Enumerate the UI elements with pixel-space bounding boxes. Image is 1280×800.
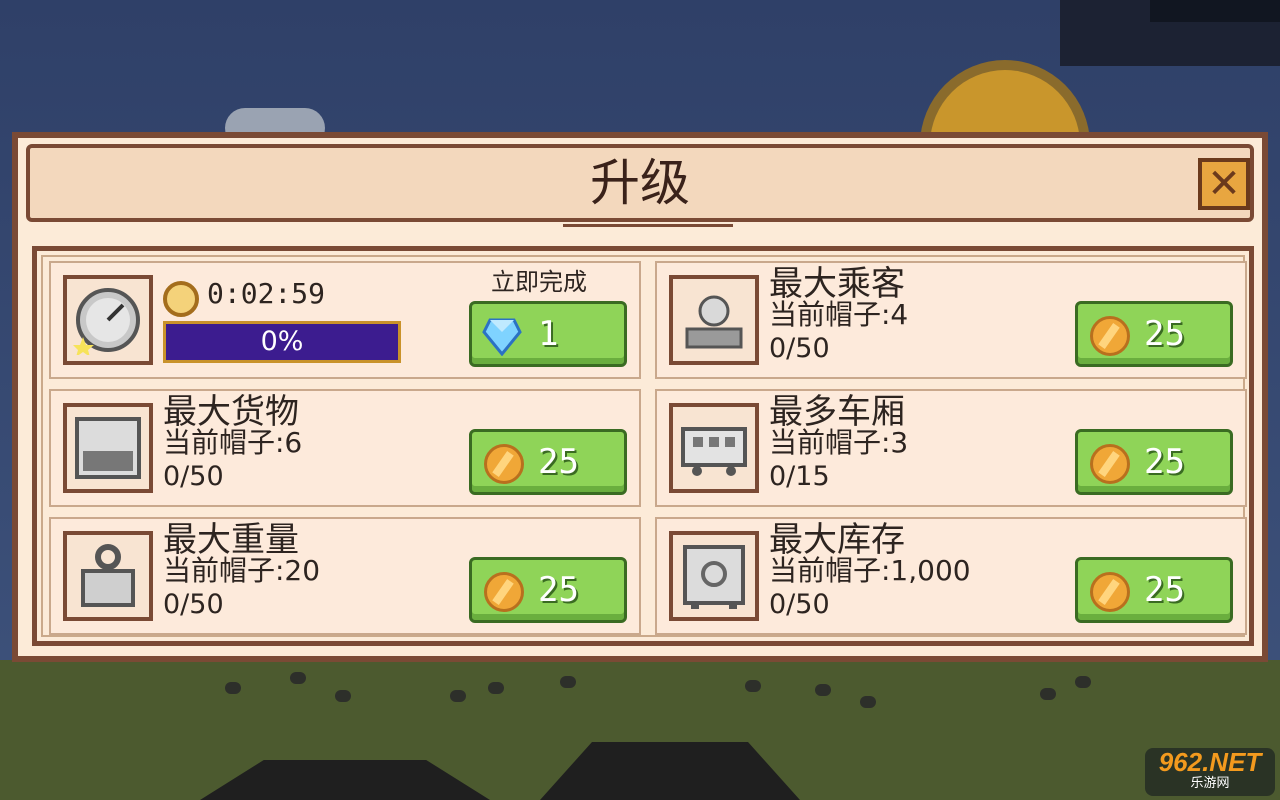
- gem-icon: [482, 318, 522, 356]
- title-ornament: [563, 224, 733, 232]
- upgrade-price: 25: [538, 442, 579, 482]
- upgrade-progress-count: 0/15: [769, 461, 830, 492]
- instant-finish-cost: 1: [538, 314, 559, 354]
- upgrade-progress-bar: 0%: [163, 321, 401, 363]
- dialog-title-bar: 升级 ✕: [26, 144, 1254, 227]
- instant-finish-label: 立即完成: [491, 268, 587, 296]
- speed-upgrade-card: 0:02:59 0% 立即完成 1: [49, 261, 641, 379]
- upgrade-progress-count: 0/50: [163, 589, 224, 620]
- watermark-subtext: 乐游网: [1190, 776, 1230, 791]
- upgrade-price: 25: [1144, 314, 1185, 354]
- buy-upgrade-button[interactable]: 25: [469, 557, 627, 623]
- rock-decoration: [860, 696, 876, 708]
- close-x-icon: ✕: [1207, 161, 1241, 207]
- rock-decoration: [1075, 676, 1091, 688]
- upgrade-current-level: 当前帽子:6: [163, 426, 303, 459]
- rock-decoration: [488, 682, 504, 694]
- rock-decoration: [745, 680, 761, 692]
- upgrade-panel-inner: 0:02:59 0% 立即完成 1 最大乘客 当前帽子:4 0/50 25 最大货物 当前…: [41, 255, 1247, 637]
- upgrade-panel: 0:02:59 0% 立即完成 1 最大乘客 当前帽子:4 0/50 25 最大货物 当前…: [32, 246, 1254, 646]
- buy-upgrade-button[interactable]: 25: [1075, 301, 1233, 367]
- upgrade-card: 最大乘客 当前帽子:4 0/50 25: [655, 261, 1247, 379]
- coin-icon: [1090, 572, 1130, 612]
- upgrade-price: 25: [538, 570, 579, 610]
- upgrade-progress-count: 0/50: [769, 333, 830, 364]
- rock-decoration: [450, 690, 466, 702]
- coin-icon: [484, 572, 524, 612]
- upgrade-current-level: 当前帽子:20: [163, 554, 321, 587]
- close-button[interactable]: ✕: [1198, 158, 1250, 210]
- cargo-crate-icon: [63, 403, 153, 493]
- coin-icon: [1090, 444, 1130, 484]
- dialog-title: 升级: [590, 154, 690, 212]
- upgrade-card: 最多车厢 当前帽子:3 0/15 25: [655, 389, 1247, 507]
- upgrade-card: 最大重量 当前帽子:20 0/50 25: [49, 517, 641, 635]
- upgrade-dialog: 升级 ✕ 0:02:59 0% 立即完成 1 最大乘客 当前帽子:4 0/50 …: [12, 132, 1268, 662]
- progress-percent-label: 0%: [260, 326, 304, 357]
- upgrade-card: 最大库存 当前帽子:1,000 0/50 25: [655, 517, 1247, 635]
- upgrade-progress-count: 0/50: [769, 589, 830, 620]
- watermark-logo-text: 962.NET: [1158, 747, 1262, 777]
- upgrade-current-level: 当前帽子:4: [769, 298, 909, 331]
- passenger-icon: [669, 275, 759, 365]
- site-watermark: 962.NET 乐游网: [1145, 748, 1275, 796]
- upgrade-timer: 0:02:59: [207, 277, 326, 310]
- upgrade-price: 25: [1144, 442, 1185, 482]
- upgrade-price: 25: [1144, 570, 1185, 610]
- buy-upgrade-button[interactable]: 25: [1075, 429, 1233, 495]
- rock-decoration: [290, 672, 306, 684]
- rock-decoration: [815, 684, 831, 696]
- upgrade-current-level: 当前帽子:1,000: [769, 554, 971, 587]
- buy-upgrade-button[interactable]: 25: [469, 429, 627, 495]
- instant-finish-button[interactable]: 1: [469, 301, 627, 367]
- coin-icon: [1090, 316, 1130, 356]
- train-car-icon: [669, 403, 759, 493]
- upgrade-current-level: 当前帽子:3: [769, 426, 909, 459]
- rock-decoration: [1040, 688, 1056, 700]
- safe-icon: [669, 531, 759, 621]
- rock-decoration: [560, 676, 576, 688]
- rock-decoration: [335, 690, 351, 702]
- rock-decoration: [225, 682, 241, 694]
- weight-icon: [63, 531, 153, 621]
- upgrade-card: 最大货物 当前帽子:6 0/50 25: [49, 389, 641, 507]
- stopwatch-icon: [163, 281, 199, 317]
- speedometer-icon: [63, 275, 153, 365]
- scene-dark-panel-top: [1150, 0, 1280, 22]
- coin-icon: [484, 444, 524, 484]
- buy-upgrade-button[interactable]: 25: [1075, 557, 1233, 623]
- upgrade-progress-count: 0/50: [163, 461, 224, 492]
